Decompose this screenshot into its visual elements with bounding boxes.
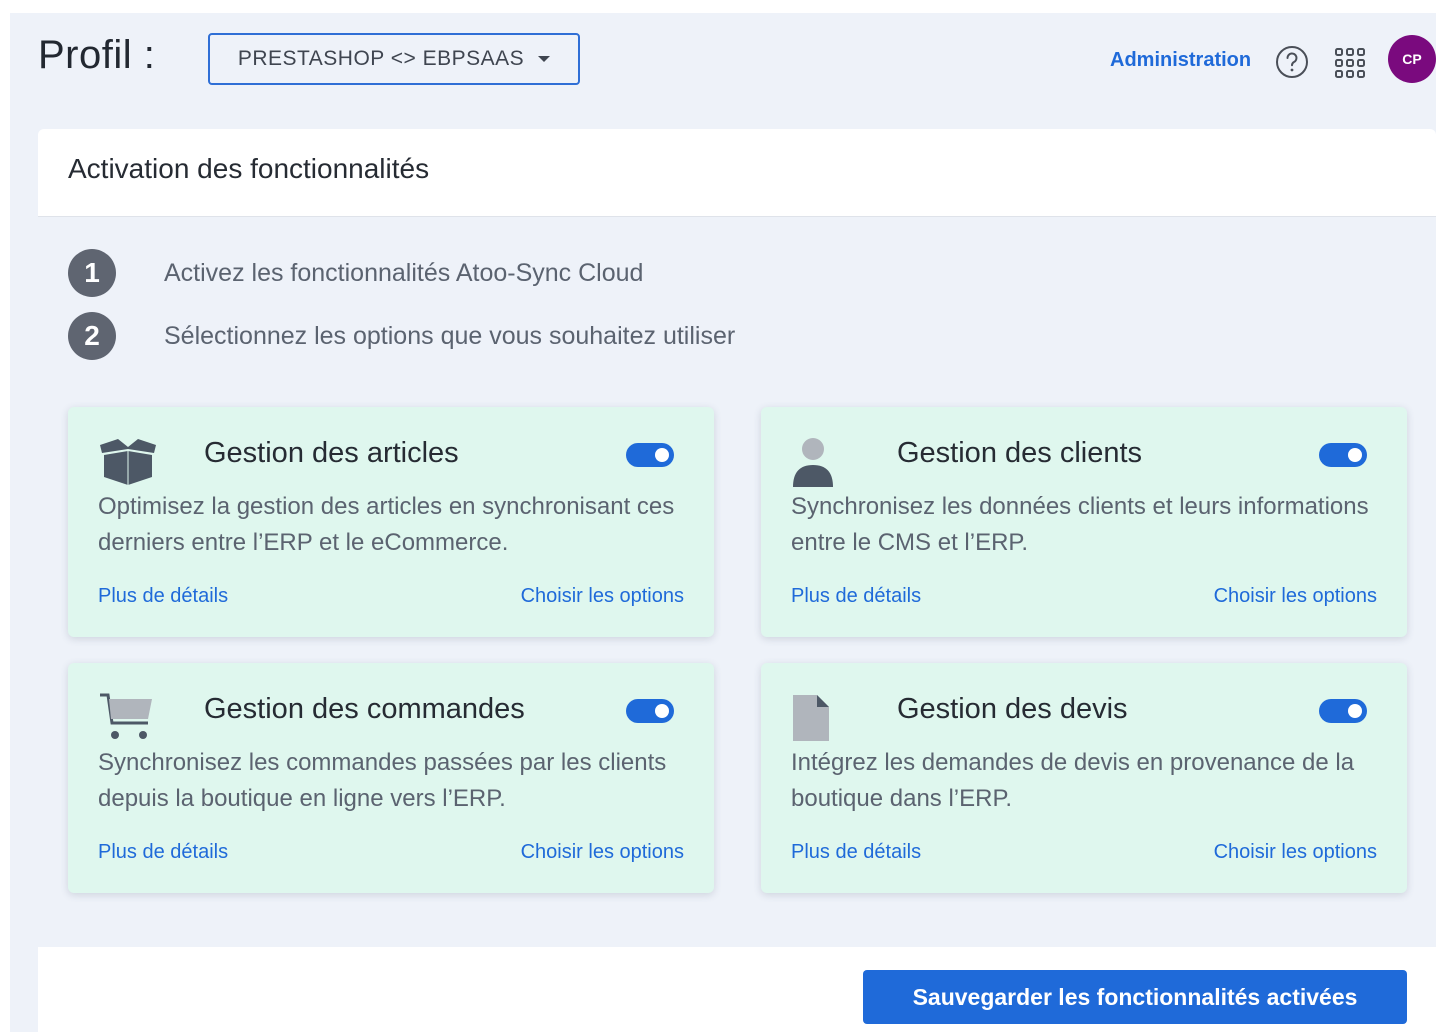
toggle-knob (1348, 448, 1362, 462)
cart-icon (100, 693, 152, 739)
save-features-button[interactable]: Sauvegarder les fonctionnalités activées (863, 970, 1407, 1024)
card-articles: Gestion des articles Optimisez la gestio… (68, 407, 714, 637)
page-background: Profil : PRESTASHOP <> EBPSAAS Administr… (10, 13, 1436, 1032)
card-title: Gestion des clients (897, 437, 1143, 469)
devis-toggle[interactable] (1319, 699, 1367, 723)
step-number: 2 (68, 312, 116, 360)
document-icon (793, 695, 829, 741)
user-icon (793, 438, 833, 487)
avatar[interactable]: CP (1388, 35, 1436, 83)
card-title: Gestion des devis (897, 693, 1128, 725)
step-text: Activez les fonctionnalités Atoo-Sync Cl… (164, 258, 644, 287)
avatar-initials: CP (1402, 51, 1422, 67)
options-link[interactable]: Choisir les options (521, 585, 684, 608)
articles-toggle[interactable] (626, 443, 674, 467)
profile-dropdown-value: PRESTASHOP <> EBPSAAS (237, 47, 525, 70)
details-link[interactable]: Plus de détails (98, 585, 228, 608)
features-panel: Activation des fonctionnalités 1 Activez… (38, 129, 1436, 1032)
toggle-knob (655, 448, 669, 462)
card-description: Synchronisez les données clients et leur… (791, 493, 1369, 556)
profile-dropdown[interactable]: PRESTASHOP <> EBPSAAS (208, 33, 580, 85)
details-link[interactable]: Plus de détails (98, 841, 228, 864)
panel-title: Activation des fonctionnalités (68, 153, 430, 184)
card-devis: Gestion des devis Intégrez les demandes … (761, 663, 1407, 893)
panel-header: Activation des fonctionnalités (38, 129, 1436, 217)
step-text: Sélectionnez les options que vous souhai… (164, 321, 736, 350)
help-icon[interactable] (1275, 45, 1309, 79)
step-number: 1 (68, 249, 116, 297)
card-title: Gestion des articles (204, 437, 459, 469)
card-title: Gestion des commandes (204, 693, 525, 725)
commandes-toggle[interactable] (626, 699, 674, 723)
toggle-knob (1348, 704, 1362, 718)
options-link[interactable]: Choisir les options (1214, 585, 1377, 608)
clients-toggle[interactable] (1319, 443, 1367, 467)
options-link[interactable]: Choisir les options (521, 841, 684, 864)
page-title: Profil : (38, 33, 156, 77)
caret-down-icon (538, 56, 551, 62)
box-icon (100, 439, 156, 485)
administration-link[interactable]: Administration (1110, 49, 1251, 72)
card-commandes: Gestion des commandes Synchronisez les c… (68, 663, 714, 893)
card-description: Intégrez les demandes de devis en proven… (791, 749, 1355, 812)
details-link[interactable]: Plus de détails (791, 585, 921, 608)
apps-grid-icon[interactable] (1333, 46, 1367, 80)
toggle-knob (655, 704, 669, 718)
panel-body: 1 Activez les fonctionnalités Atoo-Sync … (38, 217, 1436, 947)
step-1: 1 Activez les fonctionnalités Atoo-Sync … (68, 249, 643, 297)
card-clients: Gestion des clients Synchronisez les don… (761, 407, 1407, 637)
card-description: Synchronisez les commandes passées par l… (98, 749, 667, 812)
details-link[interactable]: Plus de détails (791, 841, 921, 864)
card-description: Optimisez la gestion des articles en syn… (98, 493, 675, 556)
step-2: 2 Sélectionnez les options que vous souh… (68, 312, 735, 360)
options-link[interactable]: Choisir les options (1214, 841, 1377, 864)
